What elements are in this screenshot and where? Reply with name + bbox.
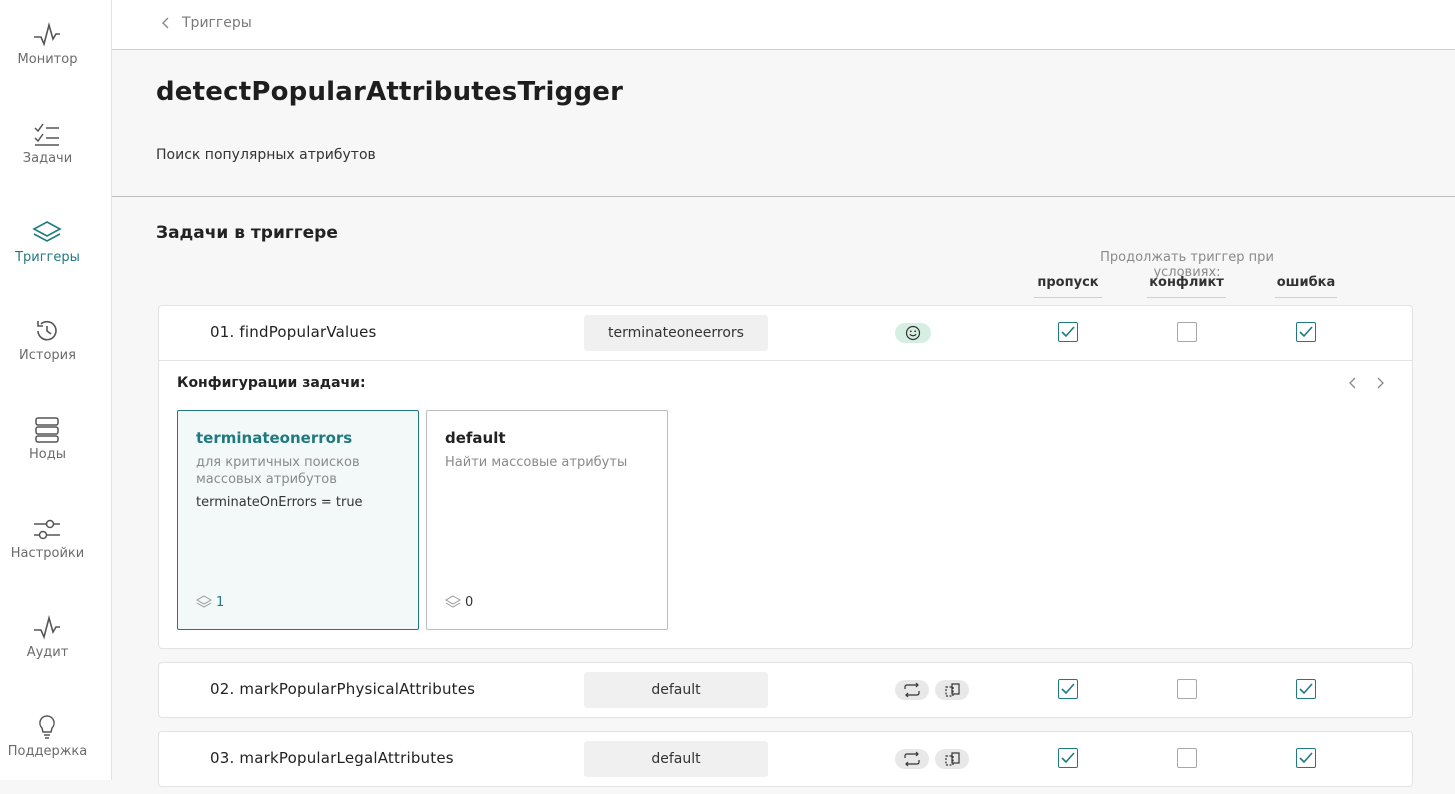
nav-tasks[interactable]: Задачи: [0, 121, 111, 201]
config-card[interactable]: terminateonerrors для критичных поисков …: [177, 410, 419, 630]
sliders-icon: [34, 519, 60, 540]
check-icon: [1061, 326, 1075, 338]
top-bar: Триггеры: [112, 0, 1455, 50]
config-card-param: terminateOnErrors = true: [196, 495, 363, 510]
trigger-header: detectPopularAttributesTrigger Поиск поп…: [112, 50, 1455, 197]
skip-checkbox[interactable]: [1058, 679, 1078, 699]
conflict-checkbox[interactable]: [1177, 679, 1197, 699]
audit-pulse-icon: [34, 615, 60, 640]
count-value: 1: [216, 594, 225, 610]
nav-support[interactable]: Поддержка: [0, 714, 111, 794]
repeat-icon: [904, 751, 920, 767]
check-icon: [1061, 752, 1075, 764]
error-checkbox[interactable]: [1296, 748, 1316, 768]
config-card-description: Найти массовые атрибуты: [445, 455, 628, 470]
nav-settings[interactable]: Настройки: [0, 516, 111, 596]
task-name: 03. markPopularLegalAttributes: [210, 749, 454, 767]
main-content: Триггеры detectPopularAttributesTrigger …: [112, 0, 1455, 787]
check-icon: [1299, 326, 1313, 338]
breadcrumb-back[interactable]: Триггеры: [162, 12, 252, 34]
nav-label: История: [19, 348, 76, 363]
copy-icon: [945, 683, 960, 697]
chevron-right-icon[interactable]: [1373, 375, 1387, 391]
repeat-badge[interactable]: [895, 680, 929, 700]
column-conflict: конфликт: [1147, 274, 1226, 298]
config-card-count: 1: [196, 594, 224, 610]
nav-label: Настройки: [10, 546, 85, 561]
nav-label: Ноды: [29, 447, 66, 462]
layers-icon: [445, 595, 461, 608]
conflict-checkbox[interactable]: [1177, 322, 1197, 342]
nav-triggers[interactable]: Триггеры: [0, 220, 111, 300]
config-card[interactable]: default Найти массовые атрибуты 0: [426, 410, 668, 630]
task-config-button[interactable]: default: [584, 741, 768, 777]
nav-audit[interactable]: Аудит: [0, 615, 111, 695]
check-icon: [1299, 683, 1313, 695]
nav-monitor[interactable]: Монитор: [0, 22, 111, 102]
nav-label: Аудит: [26, 645, 69, 660]
status-badge: [895, 323, 931, 343]
nav-label: Триггеры: [15, 250, 80, 265]
skip-checkbox[interactable]: [1058, 748, 1078, 768]
config-card-title: default: [445, 429, 506, 447]
column-error: ошибка: [1275, 274, 1337, 298]
repeat-badge[interactable]: [895, 749, 929, 769]
section-title: Задачи в триггере: [156, 223, 338, 243]
layers-icon: [32, 221, 62, 242]
copy-icon: [945, 752, 960, 766]
chevron-left-icon: [162, 17, 169, 29]
task-config-button[interactable]: terminateoneerrors: [584, 315, 768, 351]
conflict-checkbox[interactable]: [1177, 748, 1197, 768]
sidebar: Монитор Задачи Триггеры История Ноды Нас…: [0, 0, 112, 780]
server-icon: [35, 417, 59, 443]
nav-history[interactable]: История: [0, 318, 111, 398]
config-panel-title: Конфигурации задачи:: [177, 375, 366, 391]
breadcrumb-label: Триггеры: [182, 15, 252, 31]
nav-label: Монитор: [17, 52, 78, 67]
checklist-icon: [34, 123, 59, 146]
smiley-icon: [905, 325, 921, 341]
nav-nodes[interactable]: Ноды: [0, 417, 111, 497]
config-card-title: terminateonerrors: [196, 429, 353, 447]
error-checkbox[interactable]: [1296, 679, 1316, 699]
history-icon: [37, 320, 57, 341]
nav-label: Поддержка: [7, 744, 88, 759]
column-skip: пропуск: [1034, 274, 1102, 298]
nav-label: Задачи: [22, 151, 73, 166]
repeat-icon: [904, 682, 920, 698]
trigger-description: Поиск популярных атрибутов: [156, 147, 376, 163]
task-config-button[interactable]: default: [584, 672, 768, 708]
skip-checkbox[interactable]: [1058, 322, 1078, 342]
copy-badge[interactable]: [935, 749, 969, 769]
task-row[interactable]: 02. markPopularPhysicalAttributes defaul…: [158, 662, 1413, 718]
error-checkbox[interactable]: [1296, 322, 1316, 342]
task-row[interactable]: 01. findPopularValues terminateoneerrors: [158, 305, 1413, 361]
check-icon: [1299, 752, 1313, 764]
count-value: 0: [465, 594, 474, 610]
check-icon: [1061, 683, 1075, 695]
pulse-icon: [34, 22, 60, 47]
config-card-count: 0: [445, 594, 473, 610]
lightbulb-icon: [39, 715, 55, 739]
layers-icon: [196, 595, 212, 608]
config-card-description: для критичных поисков массовых атрибутов: [196, 455, 360, 487]
task-name: 01. findPopularValues: [210, 323, 377, 341]
page-title: detectPopularAttributesTrigger: [156, 77, 624, 107]
task-row[interactable]: 03. markPopularLegalAttributes default: [158, 731, 1413, 787]
task-name: 02. markPopularPhysicalAttributes: [210, 680, 476, 698]
chevron-left-icon[interactable]: [1346, 375, 1360, 391]
copy-badge[interactable]: [935, 680, 969, 700]
task-config-panel: Конфигурации задачи: terminateonerrors д…: [158, 361, 1413, 649]
